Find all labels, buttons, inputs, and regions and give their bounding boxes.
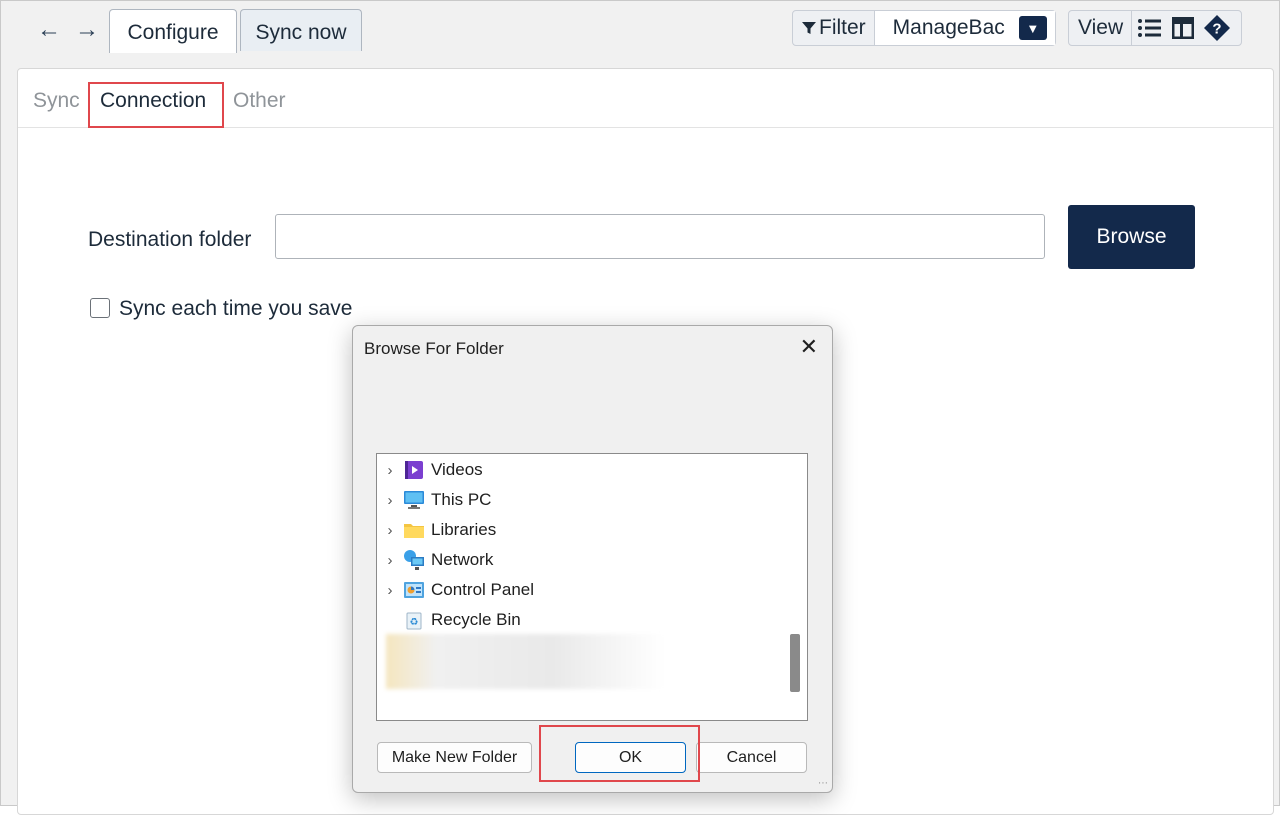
list-view-icon[interactable] xyxy=(1132,11,1166,45)
tree-item-libraries[interactable]: › Libraries xyxy=(377,515,497,545)
filter-group: Filter ManageBac ▼ xyxy=(792,10,1056,46)
tree-item-label: Network xyxy=(431,550,494,569)
filter-label: Filter xyxy=(819,16,866,39)
folder-tree[interactable]: › Videos › This PC › Libraries › Network… xyxy=(376,453,808,721)
scrollbar-thumb[interactable] xyxy=(790,634,800,692)
cancel-button[interactable]: Cancel xyxy=(696,742,807,773)
browse-button[interactable]: Browse xyxy=(1068,205,1195,269)
network-icon xyxy=(403,550,425,570)
history-nav: ← → xyxy=(37,18,99,42)
tab-configure[interactable]: Configure xyxy=(109,9,237,53)
connection-highlight xyxy=(88,82,224,128)
tree-item-control-panel[interactable]: › Control Panel xyxy=(377,575,535,605)
computer-icon xyxy=(403,490,425,510)
dialog-title: Browse For Folder xyxy=(364,339,504,358)
browse-for-folder-dialog: Browse For Folder ✕ › Videos › This PC ›… xyxy=(352,325,833,793)
chevron-right-icon[interactable]: › xyxy=(377,552,403,569)
chevron-right-icon[interactable]: › xyxy=(377,582,403,599)
close-icon[interactable]: ✕ xyxy=(800,336,818,358)
resize-grip-icon[interactable]: ⋯ xyxy=(818,778,828,789)
subtab-bar: Sync Connection Other xyxy=(18,69,1273,128)
subtab-other[interactable]: Other xyxy=(233,89,286,113)
layout-icon[interactable] xyxy=(1166,11,1200,45)
tree-item-label: This PC xyxy=(431,490,492,509)
tree-item-videos[interactable]: › Videos xyxy=(377,455,483,485)
svg-text:♻: ♻ xyxy=(410,617,419,628)
arrow-left-icon[interactable]: ← xyxy=(37,18,61,42)
ok-highlight xyxy=(539,725,700,782)
view-button[interactable]: View xyxy=(1069,11,1133,45)
source-select-value: ManageBac xyxy=(892,16,1005,39)
svg-text:?: ? xyxy=(1213,21,1222,38)
sync-each-save-label: Sync each time you save xyxy=(119,297,353,320)
arrow-right-icon[interactable]: → xyxy=(75,18,99,42)
destination-folder-label: Destination folder xyxy=(88,228,252,251)
filter-icon xyxy=(802,22,816,34)
tree-item-label: Libraries xyxy=(431,520,497,539)
chevron-right-icon[interactable]: › xyxy=(377,492,403,509)
tree-item-network[interactable]: › Network xyxy=(377,545,493,575)
make-new-folder-button[interactable]: Make New Folder xyxy=(377,742,532,773)
view-group: View ? xyxy=(1068,10,1242,46)
sync-each-save-checkbox[interactable] xyxy=(90,298,110,318)
tree-item-label: Recycle Bin xyxy=(431,610,521,629)
app-frame: ← → Configure Sync now Filter ManageBac … xyxy=(0,0,1280,815)
videos-folder-icon xyxy=(403,460,425,480)
filter-button[interactable]: Filter xyxy=(793,11,875,45)
destination-folder-input[interactable] xyxy=(275,214,1045,259)
tree-item-this-pc[interactable]: › This PC xyxy=(377,485,491,515)
tree-item-label: Videos xyxy=(431,460,483,479)
chevron-right-icon[interactable]: › xyxy=(377,522,403,539)
tree-item-label: Control Panel xyxy=(431,580,535,599)
recycle-bin-icon: ♻ xyxy=(403,610,425,630)
tree-item-recycle-bin[interactable]: ♻ Recycle Bin xyxy=(377,605,521,635)
blurred-tree-item[interactable] xyxy=(386,634,664,689)
subtab-sync[interactable]: Sync xyxy=(33,89,80,113)
chevron-down-icon[interactable]: ▼ xyxy=(1018,16,1047,40)
libraries-folder-icon xyxy=(403,520,425,540)
tree-scrollbar[interactable] xyxy=(781,454,807,720)
source-select[interactable]: ManageBac ▼ xyxy=(874,11,1055,45)
tab-sync-now[interactable]: Sync now xyxy=(240,9,362,51)
help-icon[interactable]: ? xyxy=(1200,11,1234,45)
control-panel-icon xyxy=(403,580,425,600)
chevron-right-icon[interactable]: › xyxy=(377,462,403,479)
